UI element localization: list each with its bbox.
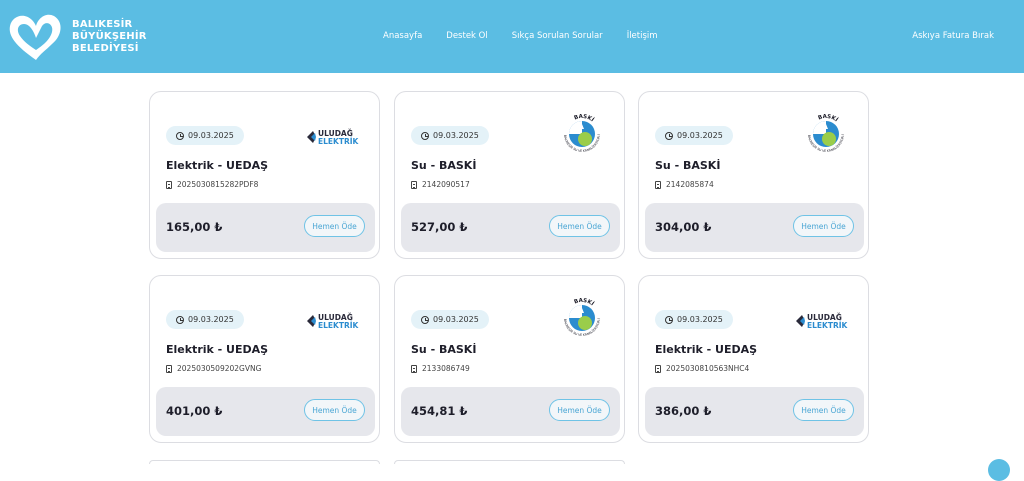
card-footer: 386,00 ₺ Hemen Öde: [645, 387, 864, 436]
main-nav: Anasayfa Destek Ol Sıkça Sorulan Sorular…: [383, 31, 682, 41]
card-footer: 527,00 ₺ Hemen Öde: [401, 203, 620, 252]
baski-logo-icon: BASKİ BALIKESİR SU VE KANALİZASYON İDARE…: [558, 110, 601, 153]
document-icon: [411, 364, 417, 373]
invoice-number: 2025030815282PDF8: [166, 180, 258, 189]
invoice-date: 09.03.2025: [677, 131, 723, 140]
pay-now-button[interactable]: Hemen Öde: [304, 215, 365, 237]
invoice-number-text: 2025030810563NHC4: [666, 364, 750, 373]
invoice-date: 09.03.2025: [188, 315, 234, 324]
invoice-card[interactable]: 09.03.2025 Su - BASKİ 2142085874 304,00 …: [638, 91, 869, 259]
pay-now-button[interactable]: Hemen Öde: [549, 399, 610, 421]
date-badge: 09.03.2025: [166, 310, 244, 329]
invoice-date: 09.03.2025: [677, 315, 723, 324]
invoice-card[interactable]: 09.03.2025 Su - BASKİ 2142090517 527,00 …: [394, 91, 625, 259]
invoice-amount: 165,00 ₺: [166, 220, 223, 234]
uedas-logo-icon: ULUDAĞ ELEKTRİK: [307, 129, 360, 146]
invoice-date: 09.03.2025: [188, 131, 234, 140]
invoice-number-text: 2142085874: [666, 180, 714, 189]
date-badge: 09.03.2025: [411, 126, 489, 145]
nav-home[interactable]: Anasayfa: [383, 31, 422, 41]
invoice-card[interactable]: 09.03.2025 Elektrik - UEDAŞ 202503081056…: [638, 275, 869, 443]
invoice-date: 09.03.2025: [433, 131, 479, 140]
municipality-logo[interactable]: BALIKESİR BÜYÜKŞEHİR BELEDİYESİ: [6, 10, 147, 64]
document-icon: [655, 180, 661, 189]
clock-icon: [176, 131, 184, 140]
date-badge: 09.03.2025: [655, 126, 733, 145]
svg-text:ELEKTRİK: ELEKTRİK: [318, 137, 360, 146]
invoice-card[interactable]: 09.03.2025 Elektrik - UEDAŞ 202503081528…: [149, 91, 380, 259]
clock-icon: [665, 315, 673, 324]
invoice-number: 2133086749: [411, 364, 470, 373]
svg-text:ELEKTRİK: ELEKTRİK: [807, 321, 849, 330]
invoice-amount: 454,81 ₺: [411, 404, 468, 418]
invoice-card[interactable]: 09.03.2025 Elektrik - UEDAŞ 202503050920…: [149, 275, 380, 443]
document-icon: [166, 180, 172, 189]
invoice-amount: 304,00 ₺: [655, 220, 712, 234]
nav-faq[interactable]: Sıkça Sorulan Sorular: [512, 31, 603, 41]
card-peek: [149, 460, 380, 464]
provider-name: Su - BASKİ: [655, 159, 721, 172]
baski-logo-icon: BASKİ BALIKESİR SU VE KANALİZASYON İDARE…: [802, 110, 845, 153]
invoice-amount: 401,00 ₺: [166, 404, 223, 418]
invoice-amount: 527,00 ₺: [411, 220, 468, 234]
invoice-number: 2025030509202GVNG: [166, 364, 261, 373]
card-footer: 304,00 ₺ Hemen Öde: [645, 203, 864, 252]
document-icon: [655, 364, 661, 373]
logo-line: BÜYÜKŞEHİR: [72, 31, 147, 42]
invoice-number-text: 2025030509202GVNG: [177, 364, 262, 373]
card-footer: 165,00 ₺ Hemen Öde: [156, 203, 375, 252]
invoice-number-text: 2025030815282PDF8: [177, 180, 259, 189]
invoice-number: 2142090517: [411, 180, 470, 189]
heart-logo-icon: [9, 14, 61, 60]
pay-now-button[interactable]: Hemen Öde: [793, 399, 854, 421]
clock-icon: [665, 131, 673, 140]
clock-icon: [421, 131, 429, 140]
invoice-date: 09.03.2025: [433, 315, 479, 324]
card-peek: [394, 460, 625, 464]
nav-support[interactable]: Destek Ol: [446, 31, 487, 41]
nav-suspend-invoice[interactable]: Askıya Fatura Bırak: [912, 31, 994, 41]
nav-contact[interactable]: İletişim: [627, 31, 658, 41]
baski-logo-icon: BASKİ BALIKESİR SU VE KANALİZASYON İDARE…: [558, 294, 601, 337]
document-icon: [411, 180, 417, 189]
logo-line: BALIKESİR: [72, 19, 133, 30]
chat-button[interactable]: [988, 459, 1010, 481]
logo-text: BALIKESİR BÜYÜKŞEHİR BELEDİYESİ: [72, 19, 147, 55]
date-badge: 09.03.2025: [166, 126, 244, 145]
provider-name: Elektrik - UEDAŞ: [166, 159, 269, 172]
logo-line: BELEDİYESİ: [72, 43, 139, 54]
card-footer: 454,81 ₺ Hemen Öde: [401, 387, 620, 436]
provider-name: Su - BASKİ: [411, 159, 477, 172]
invoice-amount: 386,00 ₺: [655, 404, 712, 418]
pay-now-button[interactable]: Hemen Öde: [304, 399, 365, 421]
date-badge: 09.03.2025: [655, 310, 733, 329]
invoice-number: 2025030810563NHC4: [655, 364, 749, 373]
invoice-number: 2142085874: [655, 180, 714, 189]
provider-name: Elektrik - UEDAŞ: [166, 343, 269, 356]
invoice-number-text: 2133086749: [422, 364, 470, 373]
svg-text:ELEKTRİK: ELEKTRİK: [318, 321, 360, 330]
provider-name: Su - BASKİ: [411, 343, 477, 356]
pay-now-button[interactable]: Hemen Öde: [793, 215, 854, 237]
document-icon: [166, 364, 172, 373]
header: BALIKESİR BÜYÜKŞEHİR BELEDİYESİ Anasayfa…: [0, 0, 1024, 73]
clock-icon: [176, 315, 184, 324]
provider-name: Elektrik - UEDAŞ: [655, 343, 758, 356]
invoice-card[interactable]: 09.03.2025 Su - BASKİ 2133086749 454,81 …: [394, 275, 625, 443]
pay-now-button[interactable]: Hemen Öde: [549, 215, 610, 237]
uedas-logo-icon: ULUDAĞ ELEKTRİK: [307, 313, 360, 330]
invoice-number-text: 2142090517: [422, 180, 470, 189]
date-badge: 09.03.2025: [411, 310, 489, 329]
card-footer: 401,00 ₺ Hemen Öde: [156, 387, 375, 436]
uedas-logo-icon: ULUDAĞ ELEKTRİK: [796, 313, 849, 330]
clock-icon: [421, 315, 429, 324]
